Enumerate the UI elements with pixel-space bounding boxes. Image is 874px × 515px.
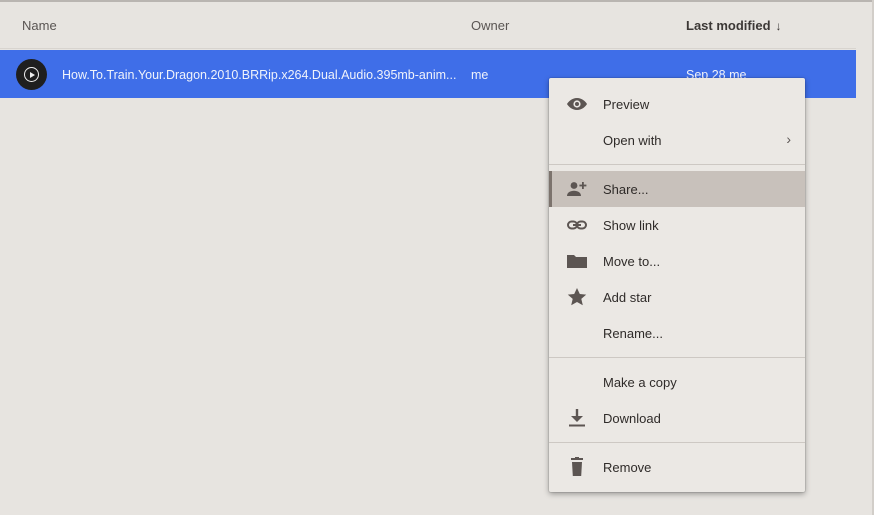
column-header-owner[interactable]: Owner [471,18,509,33]
menu-item-move-to[interactable]: Move to... [549,243,805,279]
file-list-header: Name Owner Last modified ↓ [0,2,856,49]
video-file-icon [16,59,47,90]
menu-item-label: Open with [603,133,662,148]
menu-item-open-with[interactable]: Open with › [549,122,805,158]
menu-item-add-star[interactable]: Add star [549,279,805,315]
column-header-last-modified[interactable]: Last modified ↓ [686,18,782,33]
trash-icon [566,457,588,477]
menu-item-label: Download [603,411,661,426]
menu-item-make-a-copy[interactable]: Make a copy [549,364,805,400]
menu-item-label: Move to... [603,254,661,269]
menu-item-label: Remove [603,460,652,475]
file-owner: me [471,68,489,82]
star-icon [566,287,588,307]
menu-item-download[interactable]: Download [549,400,805,436]
folder-icon [566,251,588,271]
sort-descending-icon: ↓ [775,19,782,33]
menu-item-remove[interactable]: Remove [549,449,805,485]
menu-item-preview[interactable]: Preview [549,86,805,122]
column-header-last-modified-label: Last modified [686,18,771,33]
menu-item-rename[interactable]: Rename... [549,315,805,351]
context-menu: Preview Open with › Share... Show link M… [549,78,805,492]
chevron-right-icon: › [786,131,791,147]
menu-item-label: Share... [603,182,649,197]
person-add-icon [566,179,588,199]
menu-divider [549,164,805,165]
menu-item-label: Rename... [603,326,663,341]
menu-item-label: Add star [603,290,652,305]
file-name: How.To.Train.Your.Dragon.2010.BRRip.x264… [62,68,457,82]
menu-item-label: Preview [603,97,650,112]
link-icon [566,215,588,235]
eye-icon [566,94,588,114]
menu-item-show-link[interactable]: Show link [549,207,805,243]
column-header-name[interactable]: Name [22,18,57,33]
menu-divider [549,357,805,358]
menu-divider [549,442,805,443]
download-icon [566,408,588,428]
menu-item-label: Make a copy [603,375,677,390]
menu-item-share[interactable]: Share... [549,171,805,207]
menu-item-label: Show link [603,218,659,233]
